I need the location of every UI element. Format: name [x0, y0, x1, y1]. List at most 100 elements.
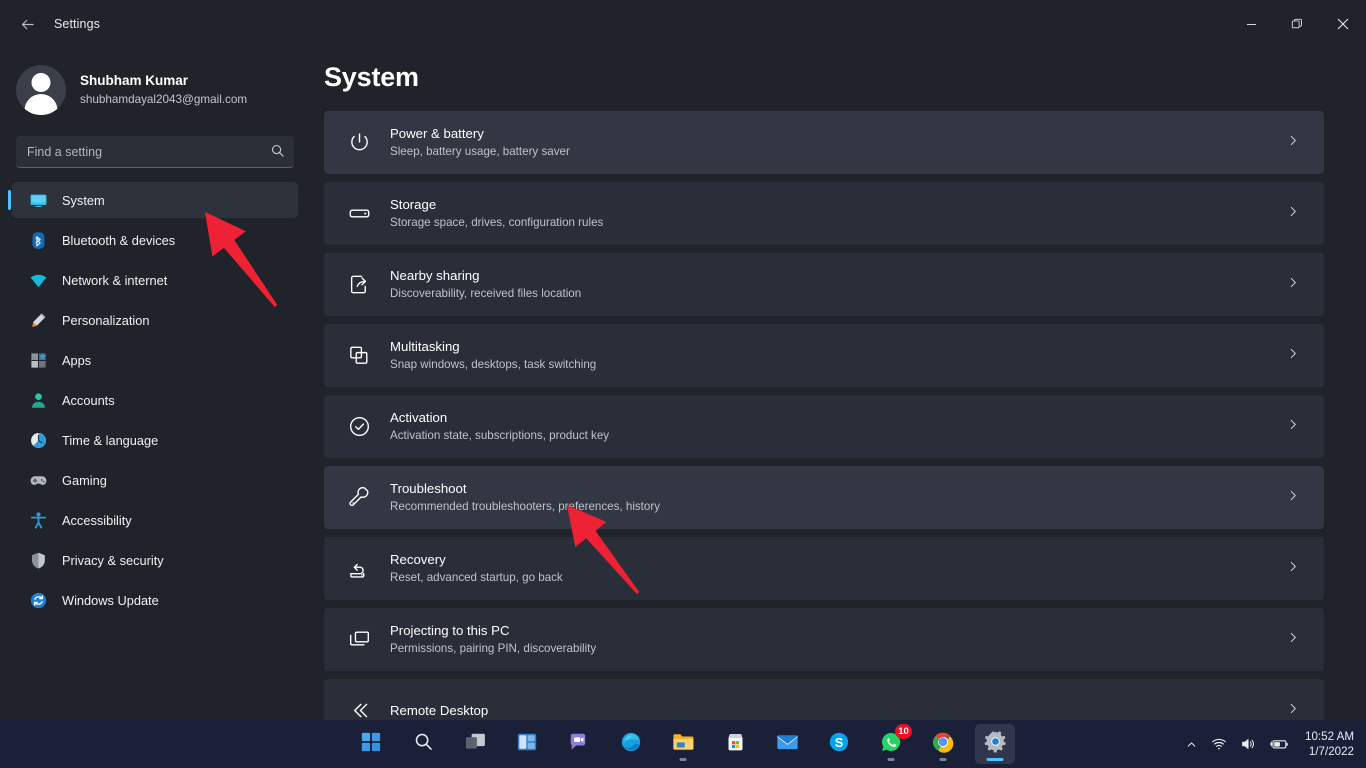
sidebar-item-windows-update[interactable]: Windows Update — [12, 582, 298, 618]
search-box[interactable] — [16, 136, 294, 168]
sidebar-item-time-language[interactable]: Time & language — [12, 422, 298, 458]
chevron-right-icon — [1286, 204, 1300, 223]
projecting-icon — [342, 623, 376, 657]
windows-stack-icon — [342, 339, 376, 373]
settings-row-storage[interactable]: StorageStorage space, drives, configurat… — [324, 182, 1324, 245]
teams-chat-icon — [568, 731, 590, 758]
sidebar-item-system[interactable]: System — [12, 182, 298, 218]
file-explorer-button[interactable] — [663, 724, 703, 764]
paintbrush-icon — [28, 310, 48, 330]
search-container — [0, 122, 310, 168]
settings-window: Settings — [0, 0, 1366, 768]
settings-row-multitasking[interactable]: MultitaskingSnap windows, desktops, task… — [324, 324, 1324, 387]
sidebar-item-label: Time & language — [62, 433, 158, 448]
settings-button[interactable] — [975, 724, 1015, 764]
sidebar-item-apps[interactable]: Apps — [12, 342, 298, 378]
row-subtitle: Snap windows, desktops, task switching — [390, 357, 596, 374]
bluetooth-icon — [28, 230, 48, 250]
sidebar-nav: System Bluetooth & devices Network & inter… — [0, 182, 310, 618]
refresh-circle-icon — [28, 590, 48, 610]
row-title: Power & battery — [390, 124, 570, 143]
window-title: Settings — [54, 17, 100, 31]
chevron-right-icon — [1286, 346, 1300, 365]
settings-row-power-battery[interactable]: Power & batterySleep, battery usage, bat… — [324, 111, 1324, 174]
sidebar-item-label: Accounts — [62, 393, 115, 408]
mail-envelope-icon — [776, 732, 799, 757]
edge-browser-icon — [620, 731, 642, 758]
notification-badge: 10 — [895, 724, 912, 739]
back-button[interactable] — [8, 8, 46, 40]
whatsapp-button[interactable]: 10 — [871, 724, 911, 764]
close-icon — [1337, 18, 1349, 30]
sidebar-item-label: Gaming — [62, 473, 107, 488]
search-input[interactable] — [16, 145, 294, 159]
clock[interactable]: 10:52 AM 1/7/2022 — [1305, 729, 1354, 760]
sidebar-item-network-internet[interactable]: Network & internet — [12, 262, 298, 298]
row-title: Multitasking — [390, 337, 596, 356]
settings-row-activation[interactable]: ActivationActivation state, subscription… — [324, 395, 1324, 458]
sidebar-item-label: Network & internet — [62, 273, 167, 288]
profile-email: shubhamdayal2043@gmail.com — [80, 92, 247, 108]
check-circle-icon — [342, 410, 376, 444]
clock-date: 1/7/2022 — [1305, 744, 1354, 759]
row-title: Storage — [390, 195, 603, 214]
sidebar-item-label: Windows Update — [62, 593, 159, 608]
row-title: Troubleshoot — [390, 479, 660, 498]
search-icon — [413, 731, 434, 757]
row-subtitle: Storage space, drives, configuration rul… — [390, 215, 603, 232]
accessibility-person-icon — [28, 510, 48, 530]
edge-button[interactable] — [611, 724, 651, 764]
windows-start-icon — [360, 731, 382, 758]
settings-row-projecting-to-this-pc[interactable]: Projecting to this PCPermissions, pairin… — [324, 608, 1324, 671]
wifi-icon[interactable] — [1211, 736, 1227, 752]
microsoft-store-button[interactable] — [715, 724, 755, 764]
shield-icon — [28, 550, 48, 570]
chrome-button[interactable] — [923, 724, 963, 764]
settings-row-recovery[interactable]: RecoveryReset, advanced startup, go back — [324, 537, 1324, 600]
chat-button[interactable] — [559, 724, 599, 764]
close-button[interactable] — [1320, 0, 1366, 48]
widgets-button[interactable] — [507, 724, 547, 764]
sidebar-item-bluetooth-devices[interactable]: Bluetooth & devices — [12, 222, 298, 258]
user-profile[interactable]: Shubham Kumar shubhamdayal2043@gmail.com — [0, 48, 310, 122]
mail-button[interactable] — [767, 724, 807, 764]
row-title: Remote Desktop — [390, 701, 488, 720]
sidebar-item-accessibility[interactable]: Accessibility — [12, 502, 298, 538]
sidebar-item-label: System — [62, 193, 105, 208]
monitor-icon — [28, 190, 48, 210]
search-button[interactable] — [403, 724, 443, 764]
row-subtitle: Reset, advanced startup, go back — [390, 570, 563, 587]
sidebar-item-label: Personalization — [62, 313, 150, 328]
sidebar-item-accounts[interactable]: Accounts — [12, 382, 298, 418]
volume-icon[interactable] — [1240, 736, 1256, 752]
main-content: System Power & batterySleep, battery usa… — [310, 48, 1366, 768]
start-button[interactable] — [351, 724, 391, 764]
sidebar-item-privacy-security[interactable]: Privacy & security — [12, 542, 298, 578]
window-controls — [1228, 0, 1366, 48]
back-arrow-icon — [19, 16, 36, 33]
row-subtitle: Sleep, battery usage, battery saver — [390, 144, 570, 161]
wifi-icon — [28, 270, 48, 290]
recovery-icon — [342, 552, 376, 586]
maximize-button[interactable] — [1274, 0, 1320, 48]
sidebar-item-label: Bluetooth & devices — [62, 233, 175, 248]
chevron-right-icon — [1286, 417, 1300, 436]
chevron-up-icon[interactable] — [1185, 738, 1198, 751]
sidebar-item-gaming[interactable]: Gaming — [12, 462, 298, 498]
task-view-button[interactable] — [455, 724, 495, 764]
skype-icon: S — [828, 731, 850, 758]
person-icon — [28, 390, 48, 410]
skype-button[interactable]: S — [819, 724, 859, 764]
settings-row-nearby-sharing[interactable]: Nearby sharingDiscoverability, received … — [324, 253, 1324, 316]
settings-list: Power & batterySleep, battery usage, bat… — [310, 111, 1366, 742]
sidebar-item-label: Accessibility — [62, 513, 132, 528]
settings-row-troubleshoot[interactable]: TroubleshootRecommended troubleshooters,… — [324, 466, 1324, 529]
battery-charging-icon[interactable] — [1269, 736, 1289, 752]
minimize-button[interactable] — [1228, 0, 1274, 48]
widgets-icon — [516, 731, 538, 758]
sidebar-item-label: Privacy & security — [62, 553, 164, 568]
sidebar-item-personalization[interactable]: Personalization — [12, 302, 298, 338]
avatar — [16, 65, 66, 115]
settings-gear-icon — [984, 730, 1007, 758]
sidebar: Shubham Kumar shubhamdayal2043@gmail.com… — [0, 48, 310, 768]
